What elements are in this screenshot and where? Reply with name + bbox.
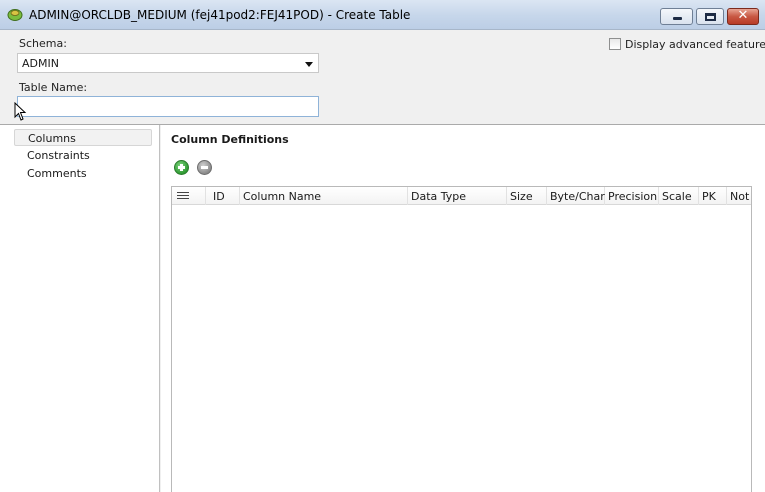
close-button[interactable]: ✕ bbox=[727, 8, 759, 25]
column-header-byte-char[interactable]: Byte/Char bbox=[547, 187, 605, 205]
column-header-data-type[interactable]: Data Type bbox=[408, 187, 507, 205]
nav-item-comments[interactable]: Comments bbox=[14, 165, 152, 182]
nav-item-label: Constraints bbox=[27, 149, 90, 162]
row-selector-header[interactable] bbox=[172, 187, 206, 205]
advanced-features-label[interactable]: Display advanced features bbox=[625, 38, 765, 51]
remove-icon[interactable] bbox=[197, 160, 212, 175]
column-header-not-null[interactable]: Not bbox=[727, 187, 751, 205]
left-nav: Columns Constraints Comments bbox=[0, 125, 160, 492]
maximize-button[interactable] bbox=[696, 8, 724, 25]
nav-item-columns[interactable]: Columns bbox=[14, 129, 152, 146]
section-title: Column Definitions bbox=[171, 133, 289, 146]
title-bar[interactable]: ADMIN@ORCLDB_MEDIUM (fej41pod2:FEJ41POD)… bbox=[0, 0, 765, 30]
schema-label: Schema: bbox=[19, 37, 67, 50]
table-name-label: Table Name: bbox=[19, 81, 88, 94]
sql-developer-icon bbox=[7, 9, 23, 21]
advanced-features-checkbox[interactable] bbox=[609, 38, 621, 50]
table-name-input[interactable] bbox=[17, 96, 319, 117]
form-header: Schema: ADMIN Table Name: Display advanc… bbox=[0, 30, 765, 124]
schema-value: ADMIN bbox=[22, 57, 59, 70]
column-header-scale[interactable]: Scale bbox=[659, 187, 699, 205]
column-header-precision[interactable]: Precision bbox=[605, 187, 659, 205]
maximize-icon bbox=[705, 13, 716, 21]
minimize-button[interactable] bbox=[660, 8, 693, 25]
close-icon: ✕ bbox=[737, 8, 749, 23]
main-panel: Column Definitions ID Column Name Data T… bbox=[161, 125, 765, 492]
column-header-id[interactable]: ID bbox=[206, 187, 240, 205]
minimize-icon bbox=[673, 17, 682, 20]
list-icon bbox=[177, 192, 189, 200]
nav-item-label: Columns bbox=[28, 132, 76, 145]
chevron-down-icon[interactable] bbox=[305, 62, 313, 67]
schema-select[interactable]: ADMIN bbox=[17, 53, 319, 73]
window-title: ADMIN@ORCLDB_MEDIUM (fej41pod2:FEJ41POD)… bbox=[29, 8, 411, 22]
column-header-pk[interactable]: PK bbox=[699, 187, 727, 205]
nav-item-label: Comments bbox=[27, 167, 87, 180]
column-definitions-table[interactable]: ID Column Name Data Type Size Byte/Char … bbox=[171, 186, 752, 492]
column-header-size[interactable]: Size bbox=[507, 187, 547, 205]
nav-item-constraints[interactable]: Constraints bbox=[14, 147, 152, 164]
table-header: ID Column Name Data Type Size Byte/Char … bbox=[172, 187, 751, 205]
mouse-cursor-icon bbox=[14, 102, 27, 121]
column-header-column-name[interactable]: Column Name bbox=[240, 187, 408, 205]
add-icon[interactable] bbox=[174, 160, 189, 175]
